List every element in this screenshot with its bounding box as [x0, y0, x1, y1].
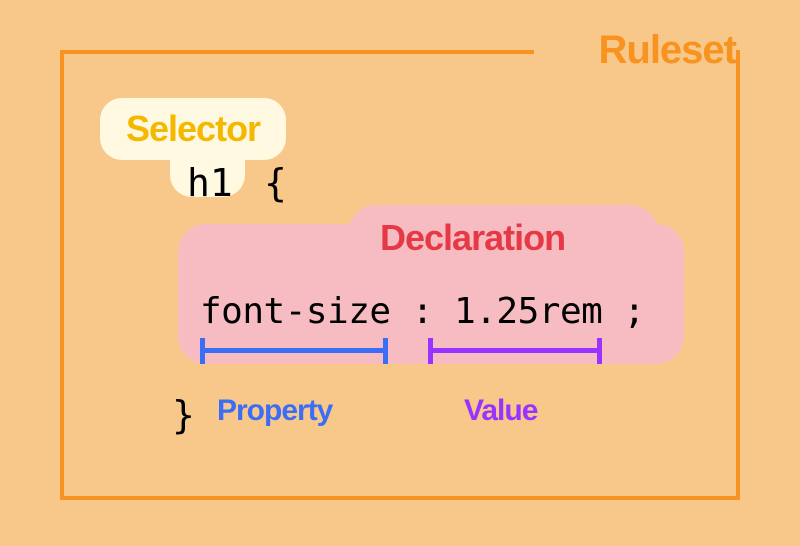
ruleset-label: Ruleset	[599, 28, 737, 73]
bracket-value	[428, 338, 602, 362]
code-selector: h1	[187, 161, 233, 205]
bracket-line	[428, 348, 602, 353]
bracket-line	[200, 348, 388, 353]
code-declaration: font-size : 1.25rem ;	[200, 291, 645, 332]
bracket-property	[200, 338, 388, 362]
property-label: Property	[217, 394, 332, 428]
value-label: Value	[464, 394, 537, 428]
selector-badge: Selector	[100, 98, 286, 160]
bracket-cap	[597, 338, 602, 364]
code-brace-close: }	[172, 393, 195, 437]
declaration-label: Declaration	[380, 217, 565, 259]
selector-label: Selector	[126, 108, 260, 149]
bracket-cap	[383, 338, 388, 364]
code-brace-open: {	[264, 161, 287, 205]
